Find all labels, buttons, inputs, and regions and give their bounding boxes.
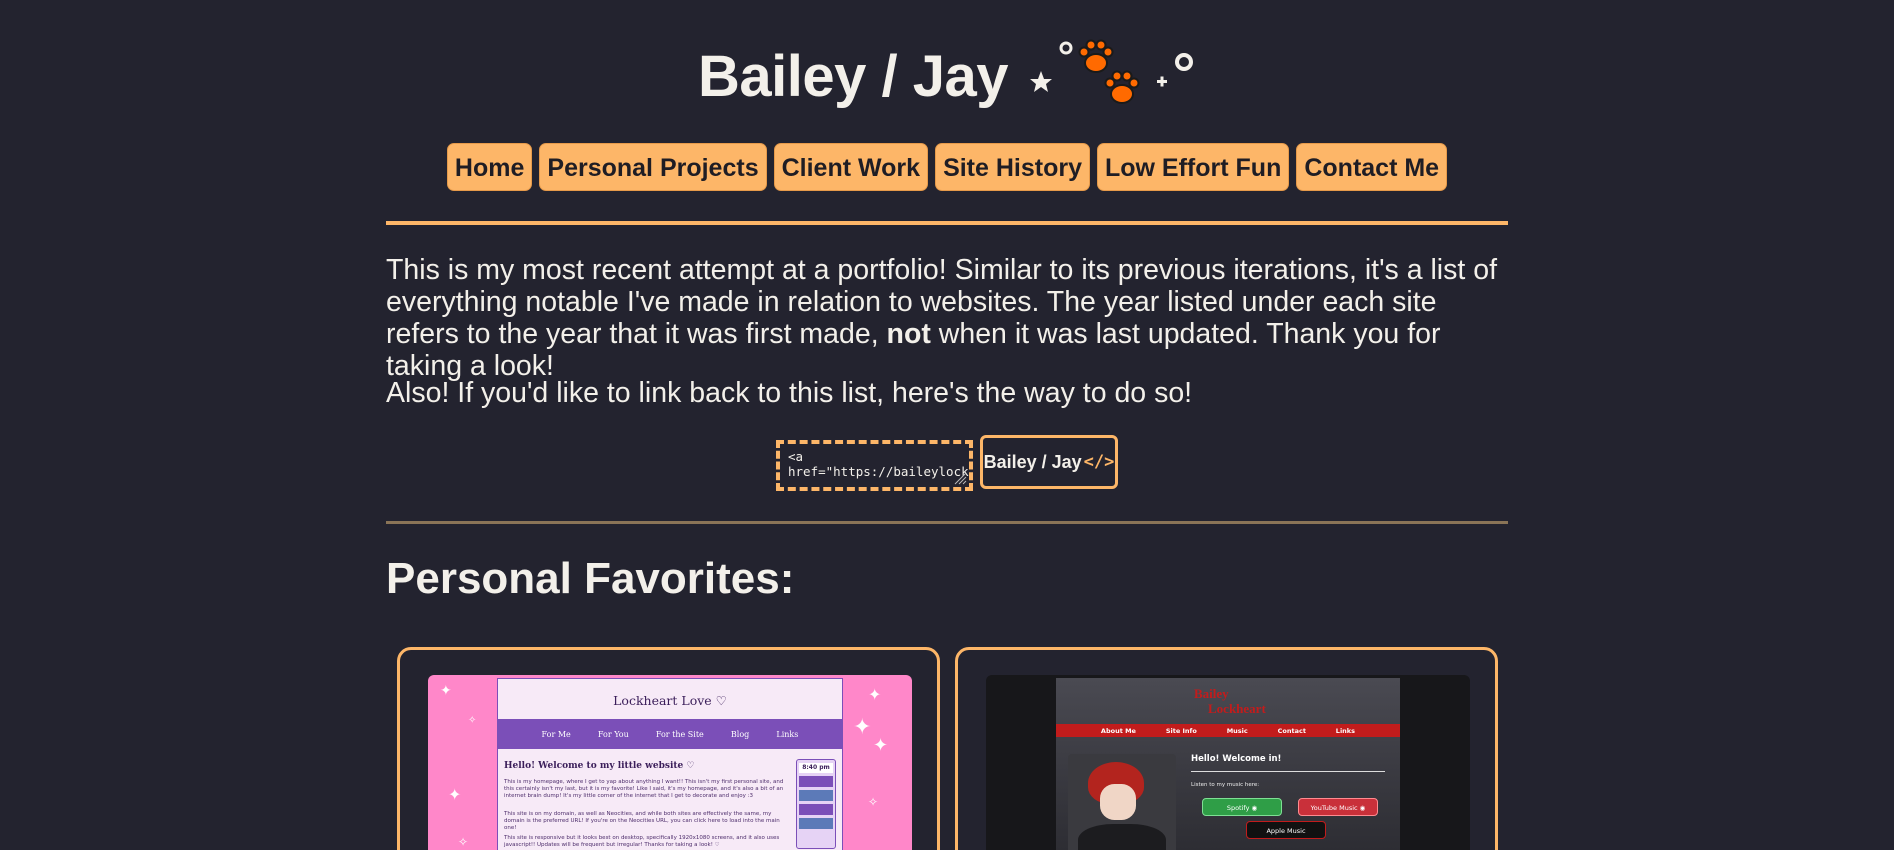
intro-bold: not (886, 318, 931, 350)
site-header: Bailey / Jay (0, 38, 1894, 114)
thumbnail-nav-item: Links (1335, 726, 1355, 735)
thumbnail-button-block (799, 776, 833, 787)
thumbnail-nav-item: For Me (541, 729, 571, 739)
thumbnail-welcome: Hello! Welcome to my little website ♡ (504, 761, 695, 771)
thumbnail-logo-line: Lockheart (1208, 701, 1266, 716)
main-nav: Home Personal Projects Client Work Site … (0, 143, 1894, 191)
thumbnail-nav-item: About Me (1100, 726, 1136, 735)
project-card-bailey-lockheart[interactable]: Bailey Lockheart About Me Site Info Musi… (955, 647, 1498, 850)
sparkle-icon: ✦ (448, 785, 462, 804)
sparkle-icon: ✦ (440, 683, 452, 699)
intro-paragraph: This is my most recent attempt at a port… (386, 254, 1508, 382)
thumbnail-divider (1191, 771, 1385, 772)
thumbnail-logo-line: Bailey (1194, 686, 1229, 701)
thumbnail-nav-item: Blog (730, 729, 750, 739)
sparkle-icon: ✧ (458, 835, 469, 849)
sparkle-icon: ✦ (853, 715, 872, 740)
badge-label: Bailey / Jay (983, 451, 1082, 472)
project-thumbnail[interactable]: ✦ ✧ ✦ ✧ ✦ ✦ ✦ ✧ Lockheart Love ♡ For Me … (428, 675, 912, 850)
sparkle-icon: ✧ (868, 795, 879, 809)
thumbnail-paragraph: This is my homepage, where I get to yap … (504, 779, 784, 799)
thumbnail-button-block (799, 818, 833, 829)
section-title-personal-favorites: Personal Favorites: (386, 554, 795, 603)
thumbnail-nav-item: Site Info (1165, 726, 1197, 735)
thumbnail-site-title: Lockheart Love ♡ (613, 693, 727, 708)
thumbnail-paragraph: This site is responsive but it looks bes… (504, 835, 780, 848)
resize-grip-icon[interactable] (953, 471, 967, 485)
code-tag-icon: </> (1083, 452, 1115, 472)
thumbnail-page: Bailey Lockheart About Me Site Info Musi… (1056, 678, 1400, 850)
sparkle-icon: ✧ (468, 715, 477, 726)
embed-code-text: <a href="https://baileylockheart.github.… (788, 449, 973, 479)
thumbnail-nav-item: Music (1226, 726, 1248, 735)
nav-personal-projects-button[interactable]: Personal Projects (539, 143, 767, 191)
nav-contact-me-button[interactable]: Contact Me (1296, 143, 1448, 191)
thumbnail-avatar (1068, 754, 1176, 850)
linkback-badge[interactable]: Bailey / Jay </> (980, 435, 1118, 489)
thumbnail-page: Lockheart Love ♡ For Me For You For the … (497, 678, 843, 850)
thumbnail-nav-item: Links (776, 729, 799, 739)
thumbnail-listen-text: Listen to my music here: (1191, 782, 1260, 788)
thumbnail-button-block (799, 790, 833, 801)
divider-top (386, 221, 1508, 225)
project-card-lockheart-love[interactable]: ✦ ✧ ✦ ✧ ✦ ✦ ✦ ✧ Lockheart Love ♡ For Me … (397, 647, 940, 850)
thumbnail-button-block (799, 804, 833, 815)
thumbnail-youtube-button: YouTube Music ◉ (1298, 798, 1378, 816)
thumbnail-nav: For Me For You For the Site Blog Links (498, 719, 842, 749)
embed-code-textarea[interactable]: <a href="https://baileylockheart.github.… (776, 440, 973, 491)
title-wrap: Bailey / Jay (698, 38, 1196, 114)
thumbnail-sidebar: 8:40 pm (796, 759, 836, 849)
thumbnail-apple-button: Apple Music (1246, 821, 1326, 839)
thumbnail-nav-item: Contact (1277, 726, 1306, 735)
site-title: Bailey / Jay (698, 43, 1009, 109)
thumbnail-hello: Hello! Welcome in! (1191, 754, 1282, 764)
nav-site-history-button[interactable]: Site History (935, 143, 1090, 191)
paw-decoration (1026, 38, 1196, 114)
nav-client-work-button[interactable]: Client Work (773, 143, 929, 191)
thumbnail-logo: Bailey Lockheart (1194, 686, 1266, 716)
thumbnail-paragraph: This site is on my domain, as well as Ne… (504, 811, 780, 831)
project-thumbnail[interactable]: Bailey Lockheart About Me Site Info Musi… (986, 675, 1470, 850)
avatar-body (1078, 824, 1166, 850)
thumbnail-nav-item: For You (597, 729, 629, 739)
sparkle-icon: ✦ (868, 685, 882, 704)
sparkle-icon: ✦ (873, 735, 889, 756)
nav-home-button[interactable]: Home (446, 143, 533, 191)
avatar-face (1100, 784, 1136, 820)
thumbnail-time: 8:40 pm (799, 763, 833, 773)
paw-sparkle-icon (1030, 39, 1193, 104)
divider-middle (386, 521, 1508, 524)
thumbnail-nav: About Me Site Info Music Contact Links (1056, 724, 1400, 737)
thumbnail-spotify-button: Spotify ◉ (1202, 798, 1282, 816)
thumbnail-nav-item: For the Site (655, 729, 704, 739)
linkback-text: Also! If you'd like to link back to this… (386, 377, 1193, 409)
nav-low-effort-fun-button[interactable]: Low Effort Fun (1097, 143, 1290, 191)
